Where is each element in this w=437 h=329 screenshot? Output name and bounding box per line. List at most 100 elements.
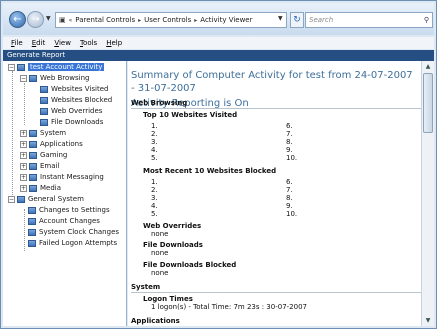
- menu-tools[interactable]: Tools: [80, 39, 97, 47]
- tree-item-media[interactable]: + Media: [20, 183, 61, 193]
- list-item-number: 2.: [151, 130, 158, 138]
- system-icon: [29, 129, 37, 137]
- tree-item-account-changes[interactable]: Account Changes: [28, 216, 100, 226]
- command-bar: Generate Report: [3, 50, 434, 61]
- list-item-number: 10.: [286, 154, 298, 162]
- chevron-right-icon: ▸: [138, 16, 142, 24]
- file-downloads-value: none: [151, 249, 169, 257]
- tree-item-root[interactable]: − test Account Activity: [8, 62, 105, 72]
- section-applications: Applications: [131, 317, 180, 325]
- breadcrumb-item-user-controls[interactable]: User Controls: [144, 16, 191, 24]
- tree-connector: [12, 71, 13, 201]
- list-item-number: 9.: [286, 146, 293, 154]
- logon-times-heading: Logon Times: [143, 295, 193, 303]
- file-downloads-icon: [40, 118, 48, 126]
- refresh-icon: ↻: [293, 15, 301, 25]
- collapse-icon[interactable]: −: [8, 195, 15, 203]
- breadcrumb-item-parental-controls[interactable]: Parental Controls: [75, 16, 135, 24]
- tree-item-system-clock-changes[interactable]: System Clock Changes: [28, 227, 119, 237]
- logon-times-value: 1 logon(s) - Total Time: 7m 23s : 30-07-…: [151, 303, 307, 311]
- collapse-icon[interactable]: −: [8, 63, 15, 71]
- back-button[interactable]: ←: [9, 11, 26, 28]
- expand-icon[interactable]: +: [20, 162, 27, 170]
- menu-view[interactable]: View: [54, 39, 71, 47]
- search-input[interactable]: Search ⚲: [305, 12, 433, 28]
- web-overrides-value: none: [151, 230, 169, 238]
- list-item-number: 7.: [286, 186, 293, 194]
- list-item-number: 8.: [286, 194, 293, 202]
- tree-item-changes-to-settings[interactable]: Changes to Settings: [28, 205, 110, 215]
- address-dropdown-icon[interactable]: ▼: [278, 15, 283, 22]
- control-panel-icon: ▣: [59, 16, 66, 24]
- section-web-browsing: Web Browsing: [131, 99, 188, 107]
- list-item-number: 6.: [286, 178, 293, 186]
- tree-item-applications[interactable]: + Applications: [20, 139, 83, 149]
- scroll-up-icon[interactable]: ▲: [423, 62, 433, 71]
- menu-file[interactable]: File: [11, 39, 23, 47]
- expand-icon[interactable]: +: [20, 140, 27, 148]
- tree-item-web-browsing[interactable]: − Web Browsing: [20, 73, 90, 83]
- web-overrides-icon: [40, 107, 48, 115]
- breadcrumb-item-activity-viewer[interactable]: Activity Viewer: [200, 16, 252, 24]
- generate-report-button[interactable]: Generate Report: [7, 51, 65, 59]
- section-divider: [131, 108, 421, 109]
- search-placeholder: Search: [309, 16, 334, 24]
- web-browsing-icon: [29, 74, 37, 82]
- list-item-number: 3.: [151, 194, 158, 202]
- media-icon: [29, 184, 37, 192]
- forward-button[interactable]: →: [27, 11, 44, 28]
- instant-messaging-icon: [29, 173, 37, 181]
- back-arrow-icon: ←: [13, 14, 22, 25]
- tree-connector: [24, 83, 25, 125]
- expand-icon[interactable]: +: [20, 151, 27, 159]
- menu-bar: File Edit View Tools Help: [3, 37, 434, 49]
- list-item-number: 1.: [151, 122, 158, 130]
- tree-item-system[interactable]: + System: [20, 128, 66, 138]
- file-downloads-heading: File Downloads: [143, 241, 203, 249]
- websites-blocked-icon: [40, 96, 48, 104]
- recent-websites-blocked-heading: Most Recent 10 Websites Blocked: [143, 167, 277, 175]
- websites-visited-icon: [40, 85, 48, 93]
- gaming-icon: [29, 151, 37, 159]
- list-item-number: 6.: [286, 122, 293, 130]
- report-scrollbar[interactable]: ▲ ▼: [421, 61, 434, 326]
- tree-item-web-overrides[interactable]: Web Overrides: [40, 106, 102, 116]
- recent-pages-dropdown-icon[interactable]: ▼: [46, 15, 51, 22]
- email-icon: [29, 162, 37, 170]
- expand-icon[interactable]: +: [20, 184, 27, 192]
- list-item-number: 4.: [151, 202, 158, 210]
- scroll-thumb[interactable]: [423, 73, 433, 133]
- breadcrumb[interactable]: ▣ « Parental Controls ▸ User Controls ▸ …: [55, 12, 287, 28]
- applications-icon: [29, 140, 37, 148]
- tree-item-failed-logon-attempts[interactable]: Failed Logon Attempts: [28, 238, 117, 248]
- settings-changes-icon: [28, 206, 36, 214]
- top-websites-visited-heading: Top 10 Websites Visited: [143, 111, 238, 119]
- failed-logon-icon: [28, 239, 36, 247]
- expand-icon[interactable]: +: [20, 129, 27, 137]
- chevron-right-icon: ▸: [194, 16, 198, 24]
- tree-item-websites-blocked[interactable]: Websites Blocked: [40, 95, 112, 105]
- tree-item-websites-visited[interactable]: Websites Visited: [40, 84, 108, 94]
- menu-help[interactable]: Help: [106, 39, 122, 47]
- address-row: ← → ▼ ▣ « Parental Controls ▸ User Contr…: [3, 3, 434, 35]
- list-item-number: 9.: [286, 202, 293, 210]
- list-item-number: 5.: [151, 210, 158, 218]
- collapse-icon[interactable]: −: [20, 74, 27, 82]
- account-changes-icon: [28, 217, 36, 225]
- chevron-right-icon: «: [68, 16, 73, 24]
- tree-item-file-downloads[interactable]: File Downloads: [40, 117, 103, 127]
- expand-icon[interactable]: +: [20, 173, 27, 181]
- tree-item-email[interactable]: + Email: [20, 161, 59, 171]
- menu-edit[interactable]: Edit: [32, 39, 46, 47]
- tree-item-general-system[interactable]: − General System: [8, 194, 84, 204]
- activity-report: Summary of Computer Activity for test fr…: [128, 61, 421, 326]
- tree-item-instant-messaging[interactable]: + Instant Messaging: [20, 172, 104, 182]
- tree-item-gaming[interactable]: + Gaming: [20, 150, 67, 160]
- scroll-down-icon[interactable]: ▼: [423, 316, 433, 325]
- search-icon[interactable]: ⚲: [424, 13, 429, 27]
- list-item-number: 5.: [151, 154, 158, 162]
- activity-tree: − test Account Activity − Web Browsing W…: [3, 61, 127, 326]
- tree-connector: [24, 209, 25, 251]
- list-item-number: 10.: [286, 210, 298, 218]
- refresh-button[interactable]: ↻: [290, 12, 304, 28]
